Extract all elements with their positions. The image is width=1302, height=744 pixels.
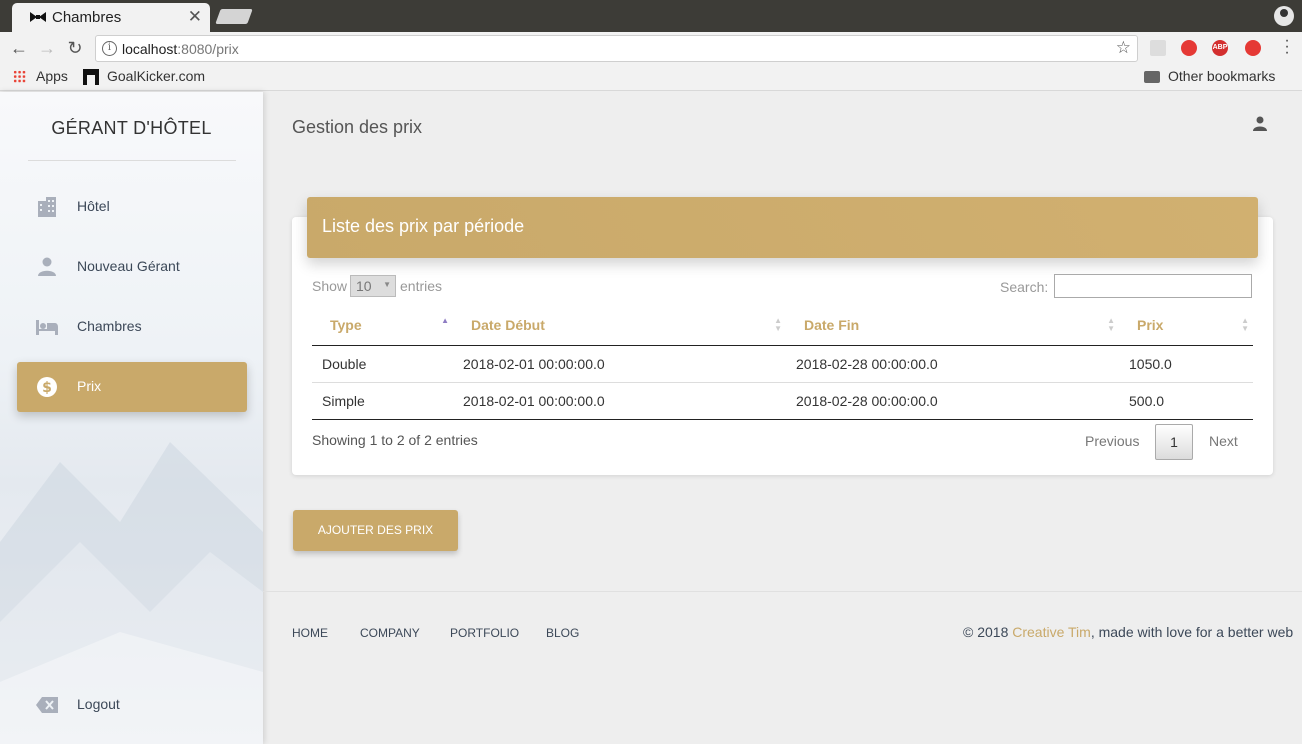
tab-title: Chambres [52, 9, 122, 26]
cell-date-fin: 2018-02-28 00:00:00.0 [786, 345, 1119, 383]
copyright: © 2018 Creative Tim, made with love for … [963, 624, 1294, 640]
cell-type: Double [312, 345, 453, 383]
dropdown-arrow-icon: ▼ [383, 280, 391, 289]
sidebar-item-nouveau-gerant[interactable]: Nouveau Gérant [17, 242, 247, 292]
close-tab-icon[interactable]: ✕ [188, 7, 202, 27]
address-bar[interactable]: i localhost:8080/prix ☆ [95, 35, 1138, 62]
back-icon[interactable]: ← [8, 37, 30, 59]
browser-toolbar: ← → ↻ i localhost:8080/prix ☆ ABP · · · [0, 32, 1302, 64]
card-header: Liste des prix par période [307, 197, 1258, 258]
backspace-icon [36, 697, 58, 713]
column-header-date-fin[interactable]: Date Fin ▲ ▼ [786, 305, 1119, 346]
search-input[interactable] [1054, 274, 1252, 298]
length-label: Show [312, 278, 348, 294]
person-icon [38, 257, 56, 276]
column-header-type[interactable]: Type ▲ [312, 305, 453, 346]
sidebar-item-label: Hôtel [77, 198, 110, 214]
footer-link-blog[interactable]: BLOG [546, 626, 579, 640]
dollar-icon: $ [37, 377, 57, 397]
column-header-prix[interactable]: Prix ▲ ▼ [1119, 305, 1253, 346]
column-header-date-debut[interactable]: Date Début ▲ ▼ [453, 305, 786, 346]
pagination-previous[interactable]: Previous [1085, 433, 1139, 449]
price-table: Type ▲ Date Début ▲ ▼ Date Fin ▲ ▼ Prix ▲ ▼ Dou… [312, 305, 1253, 420]
cell-date-debut: 2018-02-01 00:00:00.0 [453, 345, 786, 383]
goalkicker-icon [83, 69, 99, 85]
svg-text:$: $ [42, 380, 52, 396]
bookmark-goalkicker[interactable]: GoalKicker.com [107, 68, 205, 84]
page-title: Gestion des prix [292, 117, 423, 137]
sidebar-item-label: Chambres [77, 318, 142, 334]
table-header-row: Type ▲ Date Début ▲ ▼ Date Fin ▲ ▼ Prix ▲ ▼ [312, 305, 1253, 346]
divider [28, 160, 236, 161]
other-bookmarks[interactable]: Other bookmarks [1168, 68, 1275, 84]
folder-icon [1144, 71, 1160, 83]
sidebar-item-label: Logout [77, 696, 120, 712]
adblock-icon[interactable]: ABP [1212, 40, 1228, 56]
bookmarks-bar: Apps GoalKicker.com Other bookmarks [0, 64, 1302, 91]
sidebar: GÉRANT D'HÔTEL Hôtel Nouveau Gérant Cham… [0, 92, 263, 744]
footer-divider [263, 591, 1302, 592]
apps-grid-icon [13, 70, 26, 83]
sidebar-item-logout[interactable]: Logout [17, 680, 247, 730]
table-row: Double 2018-02-01 00:00:00.0 2018-02-28 … [312, 345, 1253, 383]
creative-tim-link[interactable]: Creative Tim [1012, 624, 1091, 640]
url-text: localhost:8080/prix [122, 41, 239, 57]
cell-type: Simple [312, 382, 453, 420]
table-row: Simple 2018-02-01 00:00:00.0 2018-02-28 … [312, 382, 1253, 420]
footer-link-company[interactable]: COMPANY [360, 626, 420, 640]
cell-date-fin: 2018-02-28 00:00:00.0 [786, 382, 1119, 420]
entries-select[interactable]: 10 ▼ [350, 275, 396, 297]
entries-label: entries [400, 278, 443, 294]
new-tab-button[interactable] [215, 9, 253, 24]
add-price-button[interactable]: AJOUTER DES PRIX [293, 510, 458, 551]
pagination-next[interactable]: Next [1209, 433, 1238, 449]
extension-page-icon[interactable] [1150, 40, 1166, 56]
sidebar-item-label: Prix [77, 378, 102, 394]
forward-icon[interactable]: → [36, 37, 58, 59]
profile-icon[interactable] [1274, 6, 1294, 26]
search-label: Search: [1000, 279, 1049, 295]
sidebar-item-label: Nouveau Gérant [77, 258, 180, 274]
cell-prix: 500.0 [1119, 382, 1253, 420]
brand-title[interactable]: GÉRANT D'HÔTEL [0, 118, 263, 139]
browser-tab[interactable]: Chambres ✕ [12, 3, 210, 32]
browser-menu-icon[interactable]: · · · [1284, 33, 1290, 61]
browser-tab-bar: Chambres ✕ [0, 0, 1302, 32]
card-title: Liste des prix par période [322, 216, 525, 236]
footer-link-home[interactable]: HOME [292, 626, 328, 640]
sidebar-item-hotel[interactable]: Hôtel [17, 182, 247, 232]
sidebar-item-chambres[interactable]: Chambres [17, 302, 247, 352]
user-icon[interactable] [1252, 116, 1268, 132]
cell-date-debut: 2018-02-01 00:00:00.0 [453, 382, 786, 420]
bowtie-icon [30, 12, 46, 22]
extension-shield-icon[interactable] [1181, 40, 1197, 56]
sort-asc-icon: ▲ [441, 316, 449, 325]
sort-icon: ▲ ▼ [1241, 316, 1249, 333]
footer-link-portfolio[interactable]: PORTFOLIO [450, 626, 519, 640]
pagination-page-1[interactable]: 1 [1155, 424, 1193, 460]
bookmark-apps[interactable]: Apps [36, 68, 68, 84]
sort-icon: ▲ ▼ [774, 316, 782, 333]
sort-icon: ▲ ▼ [1107, 316, 1115, 333]
info-icon[interactable]: i [102, 41, 117, 56]
building-icon [38, 197, 56, 217]
sidebar-item-prix[interactable]: $ Prix [17, 362, 247, 412]
extension-trash-icon[interactable] [1245, 40, 1261, 56]
bookmark-star-icon[interactable]: ☆ [1116, 38, 1131, 58]
hotel-bed-icon [36, 320, 58, 335]
reload-icon[interactable]: ↻ [64, 37, 86, 59]
table-info: Showing 1 to 2 of 2 entries [312, 432, 478, 448]
cell-prix: 1050.0 [1119, 345, 1253, 383]
